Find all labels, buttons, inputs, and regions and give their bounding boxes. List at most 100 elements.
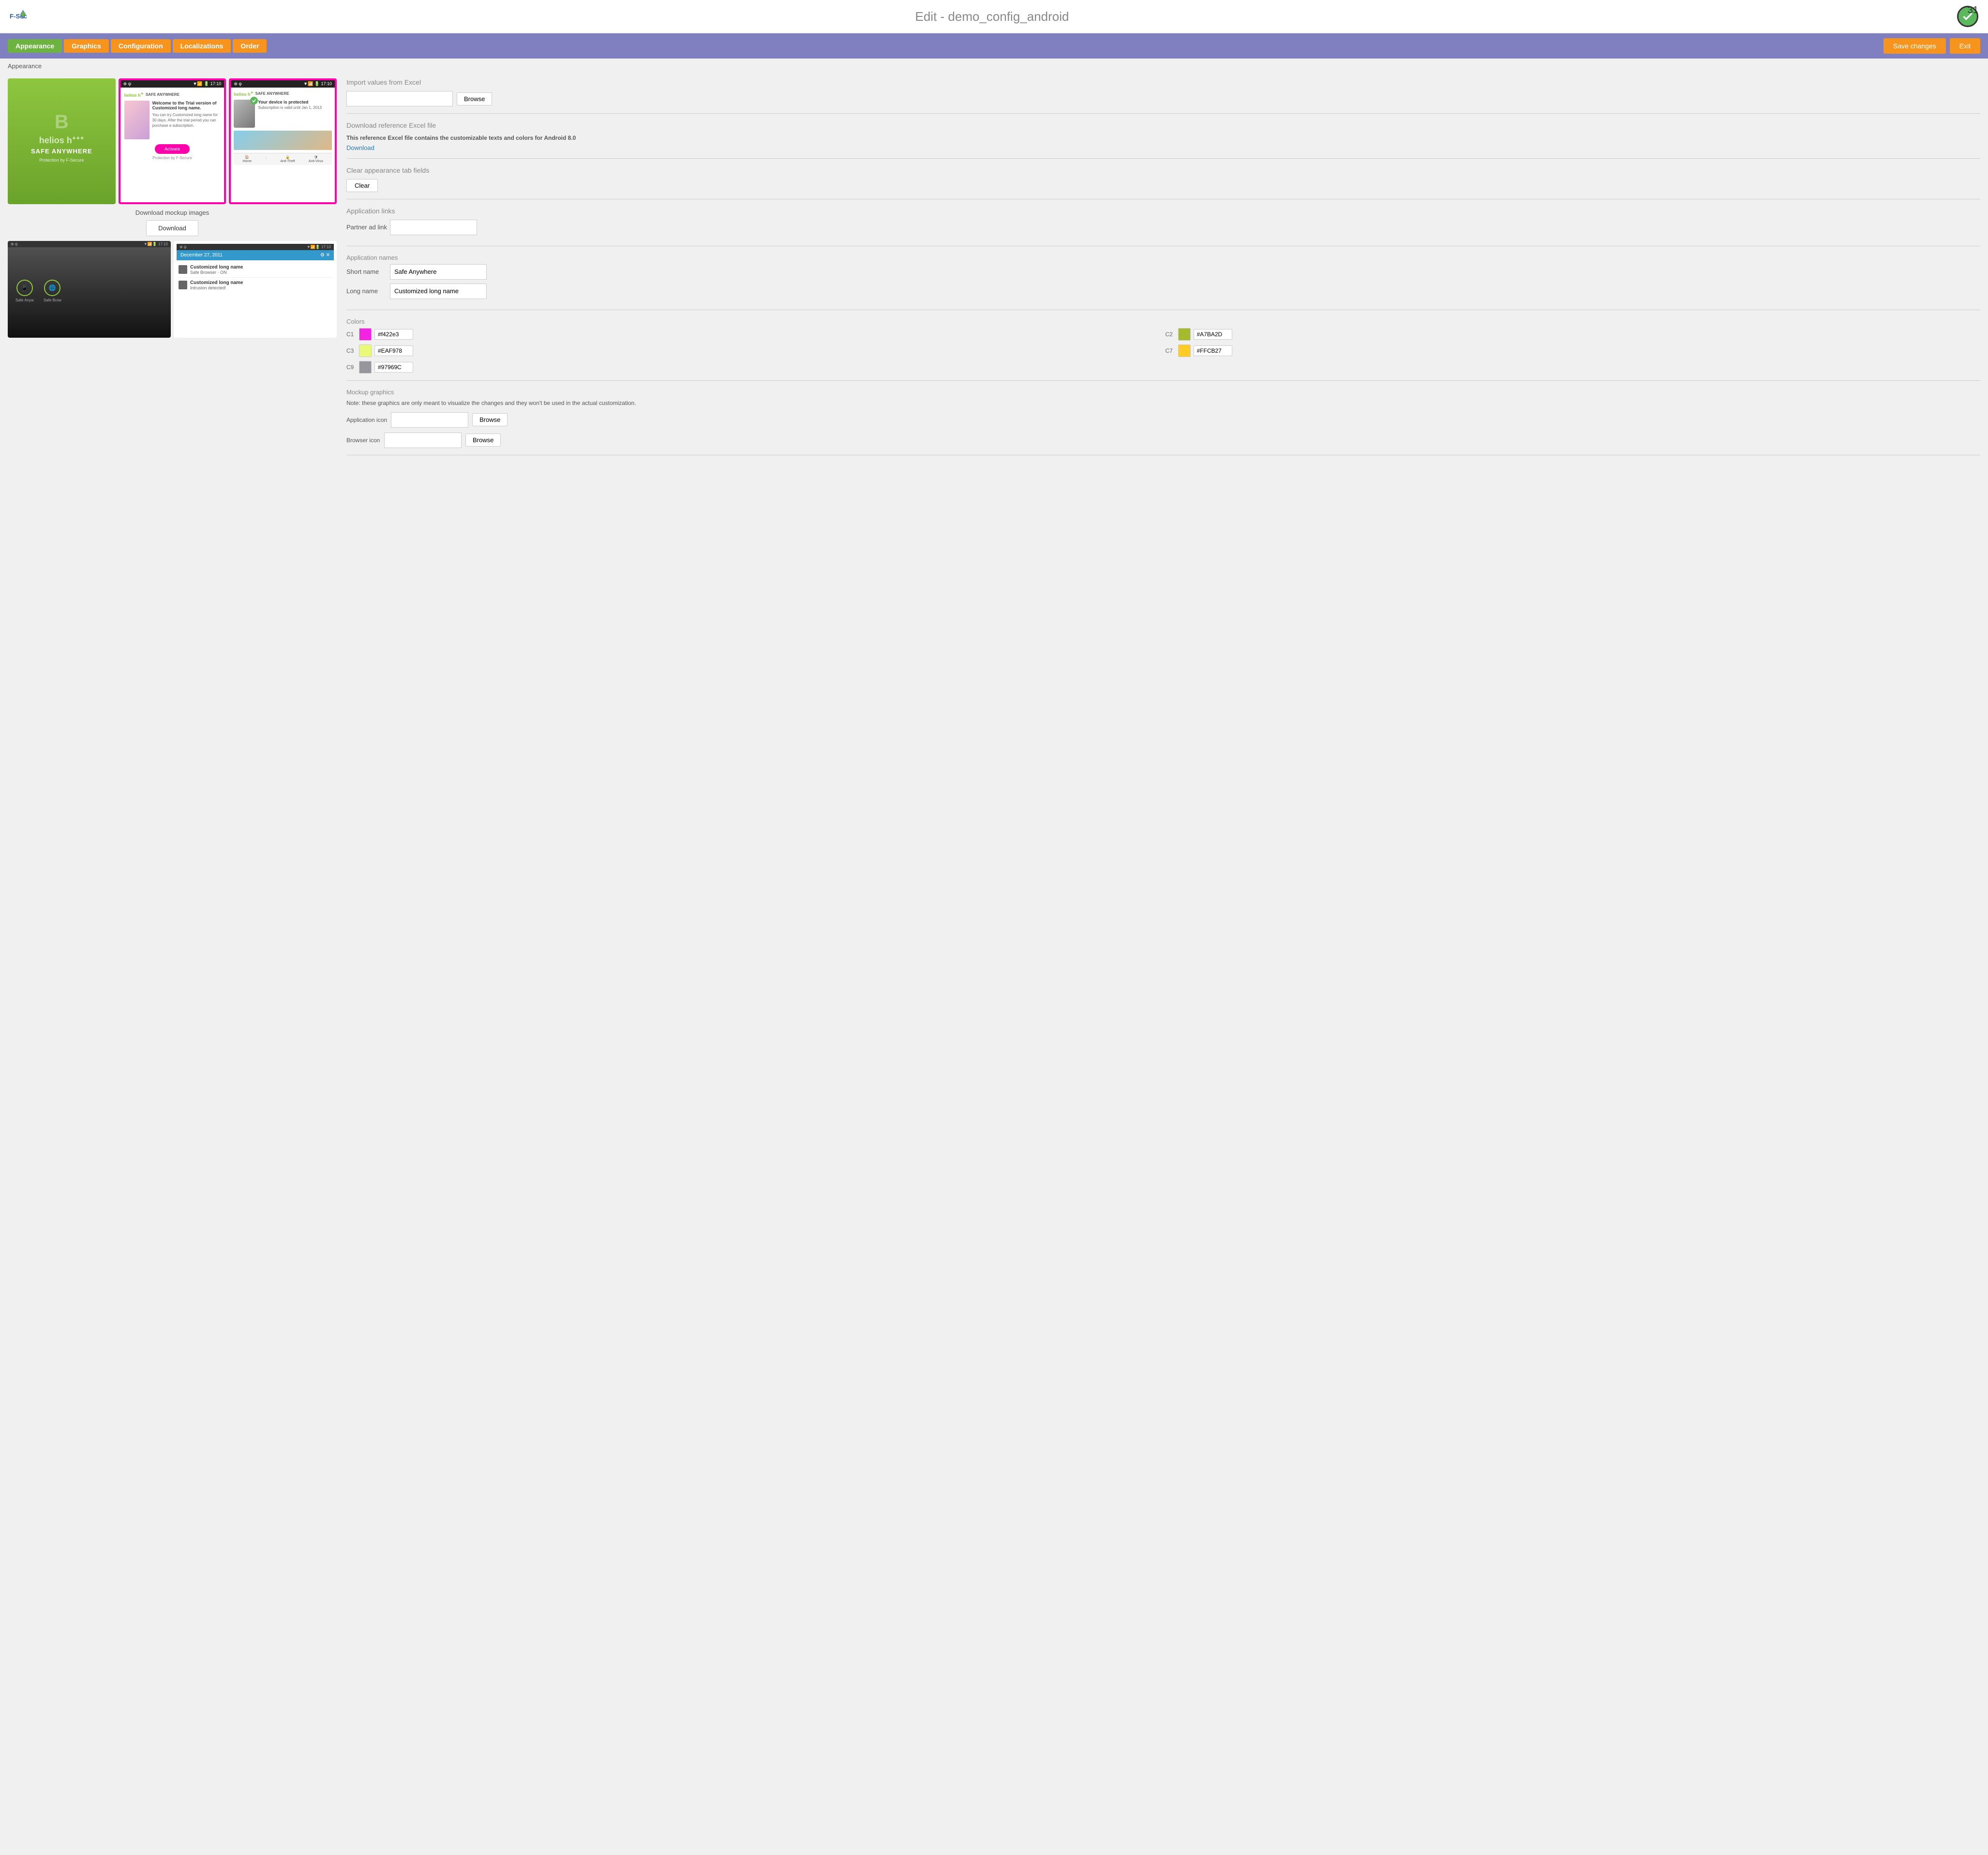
colors-title: Colors [346,318,1980,325]
import-title: Import values from Excel [346,78,1980,86]
logo: F-Secure [10,8,27,25]
phone3-antivirus-label: Anti-Virus [309,160,323,163]
right-panel: Import values from Excel Browse Download… [346,78,1980,463]
color-c7-label: C7 [1166,347,1175,354]
notif2-title: Customized long name [190,280,243,285]
top-bar: F-Secure Edit - demo_config_android [0,0,1988,33]
icon-upload-rows: Application icon Browse Browser icon Bro… [346,412,1980,448]
color-c3-input[interactable] [374,345,413,356]
phone3-time: ▼📶 🔋 17:10 [303,81,332,87]
color-c9-input[interactable] [374,362,413,373]
color-c2-input[interactable] [1194,329,1232,340]
color-c1-swatch [359,328,372,341]
colors-grid: C1 C2 C3 C7 [346,328,1980,374]
phone5-time: ▼📶🔋 17:10 [307,245,331,249]
tab-order[interactable]: Order [233,39,267,53]
mockup-graphics-section: Mockup graphics Note: these graphics are… [346,389,1980,455]
phone4-app1-glyph: 📱 [21,284,28,291]
download-ref-description: This reference Excel file contains the c… [346,134,1980,142]
phone2-status-bar: ⊕ ψ ▼📶 🔋 17:10 [120,80,224,88]
phone4-time: ▼📶🔋 17:10 [144,242,168,246]
phone3-body: Your device is protected Subscription is… [234,100,332,128]
color-c9-label: C9 [346,364,356,371]
save-changes-button[interactable]: Save changes [1883,38,1946,54]
phone1-safe-anywhere: SAFE ANYWHERE [31,148,92,155]
tab-configuration[interactable]: Configuration [111,39,171,53]
phone2-logo: helios h✦ [124,91,144,98]
tab-graphics[interactable]: Graphics [64,39,109,53]
tab-appearance[interactable]: Appearance [8,39,62,53]
long-name-input[interactable] [390,284,487,299]
logo-icon: F-Secure [10,8,27,25]
phone4-app2-glyph: 🌐 [49,284,56,291]
mockup-graphics-title: Mockup graphics [346,389,1980,396]
phone3-prot-text: Your device is protected Subscription is… [258,100,322,110]
nav-bar: Appearance Graphics Configuration Locali… [0,33,1988,59]
phone3-status-bar: ⊕ ψ ▼📶 🔋 17:10 [231,80,335,88]
download-mockup-button[interactable]: Download [146,220,198,236]
color-c7-input[interactable] [1194,345,1232,356]
short-name-label: Short name [346,268,390,275]
app-icon-browse-button[interactable]: Browse [472,413,508,426]
phone3-nav-bar: 🏠 Home › 🔒 Anti-Theft 🛡 Anti-Virus [234,153,332,165]
phone4-status-bar: ⊕ ψ ▼📶🔋 17:10 [8,241,171,247]
import-input[interactable] [346,91,453,106]
phone-card-4: ⊕ ψ ▼📶🔋 17:10 📱 Safe Anyw [8,241,171,338]
app-icon-input[interactable] [391,412,468,428]
short-name-row: Short name Safe Anywhere [346,264,1980,280]
phone2-image [124,101,149,139]
import-browse-button[interactable]: Browse [457,92,492,105]
phone2-time: ▼📶 🔋 17:10 [193,81,221,87]
mockup-graphics-note: Note: these graphics are only meant to v… [346,399,1980,407]
phone3-people-img [234,131,332,150]
clear-button[interactable]: Clear [346,179,378,192]
phone5-icons: ⊕ ψ [179,245,187,249]
phone4-app1-icon: 📱 [16,280,33,296]
short-name-input[interactable] [390,264,487,280]
phone1-helios: helios h✦✦✦ [39,135,84,146]
color-c7-swatch [1178,344,1191,357]
phone3-content: helios h✦ SAFE ANYWHERE Your [231,88,335,168]
phone-grid-bottom: ⊕ ψ ▼📶🔋 17:10 📱 Safe Anyw [8,241,337,338]
phone3-chevron: › [265,155,267,163]
mockup-section: Download mockup images Download [8,209,337,236]
exit-button[interactable]: Exit [1950,38,1980,54]
phone1-protection: Protection by F-Secure [39,158,84,163]
color-c1-input[interactable] [374,329,413,340]
tab-localizations[interactable]: Localizations [173,39,231,53]
color-c2-swatch [1178,328,1191,341]
import-row: Browse [346,91,1980,106]
phone3-prot-sub: Subscription is valid until Jan 1, 2013 [258,105,322,110]
notif2-sub: Intrusion detected! [190,285,243,290]
download-ref-title: Download reference Excel file [346,121,1980,129]
color-c3-label: C3 [346,347,356,354]
partner-ad-input[interactable] [390,220,477,235]
phone2-activate-area: Activate [124,144,221,154]
browser-icon-input[interactable] [384,433,462,448]
phone3-header: helios h✦ SAFE ANYWHERE [234,90,332,97]
download-ref-link[interactable]: Download [346,144,374,151]
color-c3-swatch [359,344,372,357]
phone3-icons-left: ⊕ ψ [234,81,241,87]
phone2-safe-header: SAFE ANYWHERE [146,92,179,97]
left-panel: B helios h✦✦✦ SAFE ANYWHERE Protection b… [8,78,337,463]
phone2-content: helios h✦ SAFE ANYWHERE Welcome to the T… [120,88,224,164]
color-c2: C2 [1166,328,1981,341]
notif1-text: Customized long name Safe Browser · ON [190,265,243,275]
phone3-tablet-wrap [234,100,255,128]
browser-icon-browse-button[interactable]: Browse [465,434,501,447]
app-names-title: Application names [346,254,1980,261]
phone3-check [250,97,258,105]
color-c9-swatch [359,361,372,374]
phone-card-5: ⊕ ψ ▼📶🔋 17:10 December 27, 2011 ⚙ ✕ Cust… [174,241,337,338]
notif1-sub: Safe Browser · ON [190,270,243,275]
home-icon: 🏠 [245,155,249,159]
long-name-label: Long name [346,287,390,295]
shield-icon: 🛡 [314,155,318,159]
color-c7: C7 [1166,344,1981,357]
phone3-logo: helios h✦ [234,90,253,97]
phone4-app2-icon: 🌐 [44,280,60,296]
app-names-section: Application names Short name Safe Anywhe… [346,254,1980,310]
phone3-nav-home: 🏠 Home [242,155,252,163]
activate-button[interactable]: Activate [155,144,190,154]
